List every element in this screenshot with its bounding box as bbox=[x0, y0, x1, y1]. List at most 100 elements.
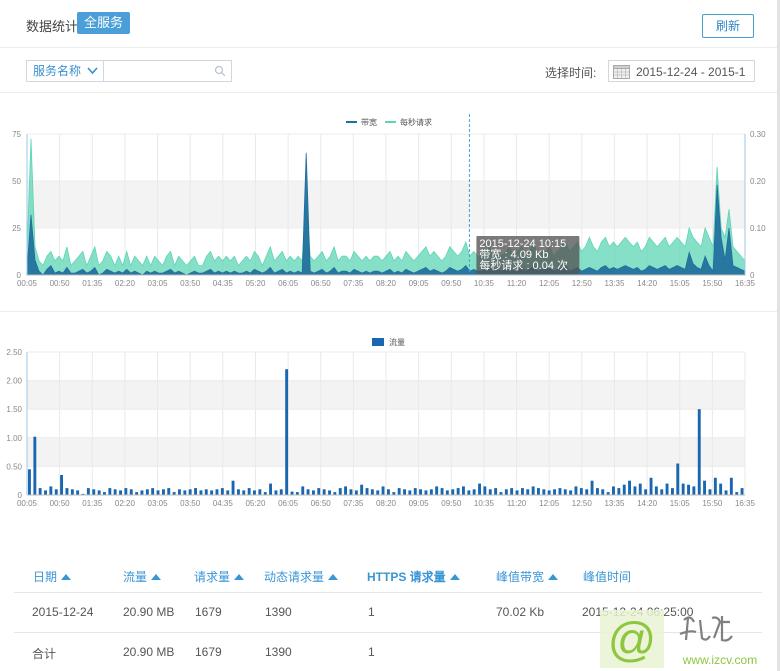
traffic-bar bbox=[220, 488, 224, 495]
cell-requests: 1679 bbox=[195, 645, 222, 659]
refresh-button[interactable]: 刷新 bbox=[702, 14, 754, 38]
col-header-date[interactable]: 日期 bbox=[33, 568, 72, 585]
x-tick-label: 13:35 bbox=[604, 279, 625, 288]
date-range-picker[interactable]: 2015-12-24 - 2015-1 bbox=[608, 60, 755, 82]
traffic-bar bbox=[370, 489, 374, 495]
traffic-bar bbox=[231, 480, 235, 495]
x-tick-label: 02:20 bbox=[115, 499, 136, 508]
traffic-bar bbox=[413, 488, 417, 495]
traffic-bar bbox=[215, 489, 219, 495]
cell-requests: 1679 bbox=[195, 605, 222, 619]
legend-marker-traffic bbox=[372, 338, 384, 346]
x-tick-label: 03:50 bbox=[180, 499, 201, 508]
traffic-bar bbox=[429, 489, 433, 495]
traffic-bar bbox=[440, 488, 444, 495]
traffic-bar bbox=[671, 488, 674, 495]
x-tick-label: 04:35 bbox=[213, 499, 234, 508]
traffic-bar bbox=[579, 488, 583, 495]
date-range-value: 2015-12-24 - 2015-1 bbox=[636, 65, 746, 79]
x-tick-label: 08:20 bbox=[376, 279, 397, 288]
traffic-bar bbox=[279, 489, 283, 495]
x-tick-label: 00:05 bbox=[17, 499, 38, 508]
x-tick-label: 03:05 bbox=[148, 499, 169, 508]
x-tick-label: 15:05 bbox=[670, 279, 691, 288]
traffic-bar bbox=[344, 486, 347, 495]
header-bar: 数据统计 全服务 刷新 bbox=[0, 0, 777, 48]
x-tick-label: 14:20 bbox=[637, 499, 658, 508]
tooltip-line: 带宽 : 4.09 Kb bbox=[479, 247, 548, 261]
traffic-chart-panel: 流量 0 0.50 1.00 1.50 2.00 2.50 00:05 00:50 01:35 02… bbox=[0, 313, 777, 518]
traffic-bar bbox=[617, 488, 621, 495]
traffic-bar bbox=[210, 490, 214, 495]
traffic-bar bbox=[97, 490, 101, 495]
traffic-bar bbox=[381, 486, 385, 495]
y-tick-label: 0.50 bbox=[6, 462, 22, 471]
traffic-bar bbox=[703, 480, 706, 495]
table-row-total: 合计 20.90 MB 1679 1390 1 bbox=[14, 633, 762, 671]
x-tick-label: 04:35 bbox=[213, 279, 234, 288]
x-tick-label: 09:50 bbox=[441, 499, 462, 508]
x-tick-label: 06:50 bbox=[311, 279, 332, 288]
col-header-peak-time: 峰值时间 bbox=[583, 570, 632, 584]
x-tick-label: 00:50 bbox=[50, 279, 71, 288]
col-header-https-requests[interactable]: HTTPS 请求量 bbox=[367, 568, 460, 585]
cell-date: 合计 bbox=[32, 647, 57, 661]
traffic-bar bbox=[194, 488, 197, 495]
service-select[interactable]: 服务名称 bbox=[26, 60, 104, 82]
scope-badge[interactable]: 全服务 bbox=[77, 12, 131, 34]
traffic-bar bbox=[354, 490, 358, 495]
traffic-bar bbox=[633, 486, 637, 495]
traffic-bar bbox=[483, 486, 487, 495]
traffic-bar bbox=[665, 483, 669, 495]
traffic-bar bbox=[129, 489, 133, 495]
bandwidth-requests-chart[interactable]: 带宽 每秒请求025507500.100.200.3000:05 00:50 01:3… bbox=[0, 94, 777, 312]
traffic-bar bbox=[408, 490, 412, 495]
traffic-bar bbox=[462, 486, 465, 495]
traffic-bar bbox=[178, 489, 181, 495]
traffic-bar bbox=[349, 489, 353, 495]
traffic-bar bbox=[247, 488, 251, 495]
y-tick-label: 2.00 bbox=[6, 377, 22, 386]
filter-bar: 服务名称 选择时间: 2015-12-24 - 2015-1 bbox=[0, 48, 777, 93]
traffic-bar-chart[interactable]: 流量00.501.001.502.002.5000:05 00:50 01:35 02… bbox=[0, 313, 777, 518]
cell-traffic: 20.90 MB bbox=[123, 605, 175, 619]
traffic-bar bbox=[322, 489, 326, 495]
traffic-bar bbox=[708, 489, 712, 495]
sort-up-icon bbox=[328, 574, 339, 580]
col-header-traffic[interactable]: 流量 bbox=[123, 568, 162, 585]
traffic-bar bbox=[622, 484, 626, 495]
traffic-bar bbox=[574, 486, 578, 495]
sort-up-icon bbox=[548, 574, 559, 580]
traffic-bar bbox=[301, 486, 305, 495]
x-tick-label: 07:35 bbox=[343, 499, 364, 508]
col-header-requests[interactable]: 请求量 bbox=[194, 568, 245, 585]
col-header-peak-bandwidth[interactable]: 峰值带宽 bbox=[496, 568, 559, 585]
traffic-bar bbox=[676, 463, 680, 495]
x-tick-label: 13:35 bbox=[604, 499, 625, 508]
chevron-down-icon bbox=[87, 67, 98, 75]
traffic-bar bbox=[312, 490, 315, 495]
traffic-bar bbox=[521, 488, 524, 495]
x-tick-label: 15:50 bbox=[702, 499, 723, 508]
traffic-bar bbox=[237, 489, 240, 495]
x-tick-label: 11:20 bbox=[507, 279, 527, 288]
traffic-bar bbox=[638, 483, 642, 495]
traffic-bar bbox=[515, 490, 519, 495]
traffic-bar bbox=[424, 490, 428, 495]
traffic-bar bbox=[644, 489, 648, 495]
cell-peak-bandwidth: 70.02 Kb bbox=[496, 605, 545, 619]
traffic-bar bbox=[467, 490, 471, 495]
y-tick-label: 1.00 bbox=[6, 434, 22, 443]
col-header-dynamic-requests[interactable]: 动态请求量 bbox=[264, 568, 339, 585]
x-tick-label: 12:05 bbox=[539, 279, 560, 288]
traffic-bar bbox=[140, 490, 144, 495]
traffic-bar bbox=[328, 490, 331, 495]
search-icon[interactable] bbox=[214, 65, 226, 77]
x-tick-label: 07:35 bbox=[343, 279, 364, 288]
traffic-bar bbox=[585, 489, 589, 495]
traffic-bar bbox=[92, 489, 96, 495]
x-tick-label: 15:05 bbox=[670, 499, 691, 508]
x-tick-label: 00:50 bbox=[50, 499, 71, 508]
service-search-input[interactable] bbox=[104, 61, 208, 81]
traffic-bar bbox=[317, 488, 321, 495]
